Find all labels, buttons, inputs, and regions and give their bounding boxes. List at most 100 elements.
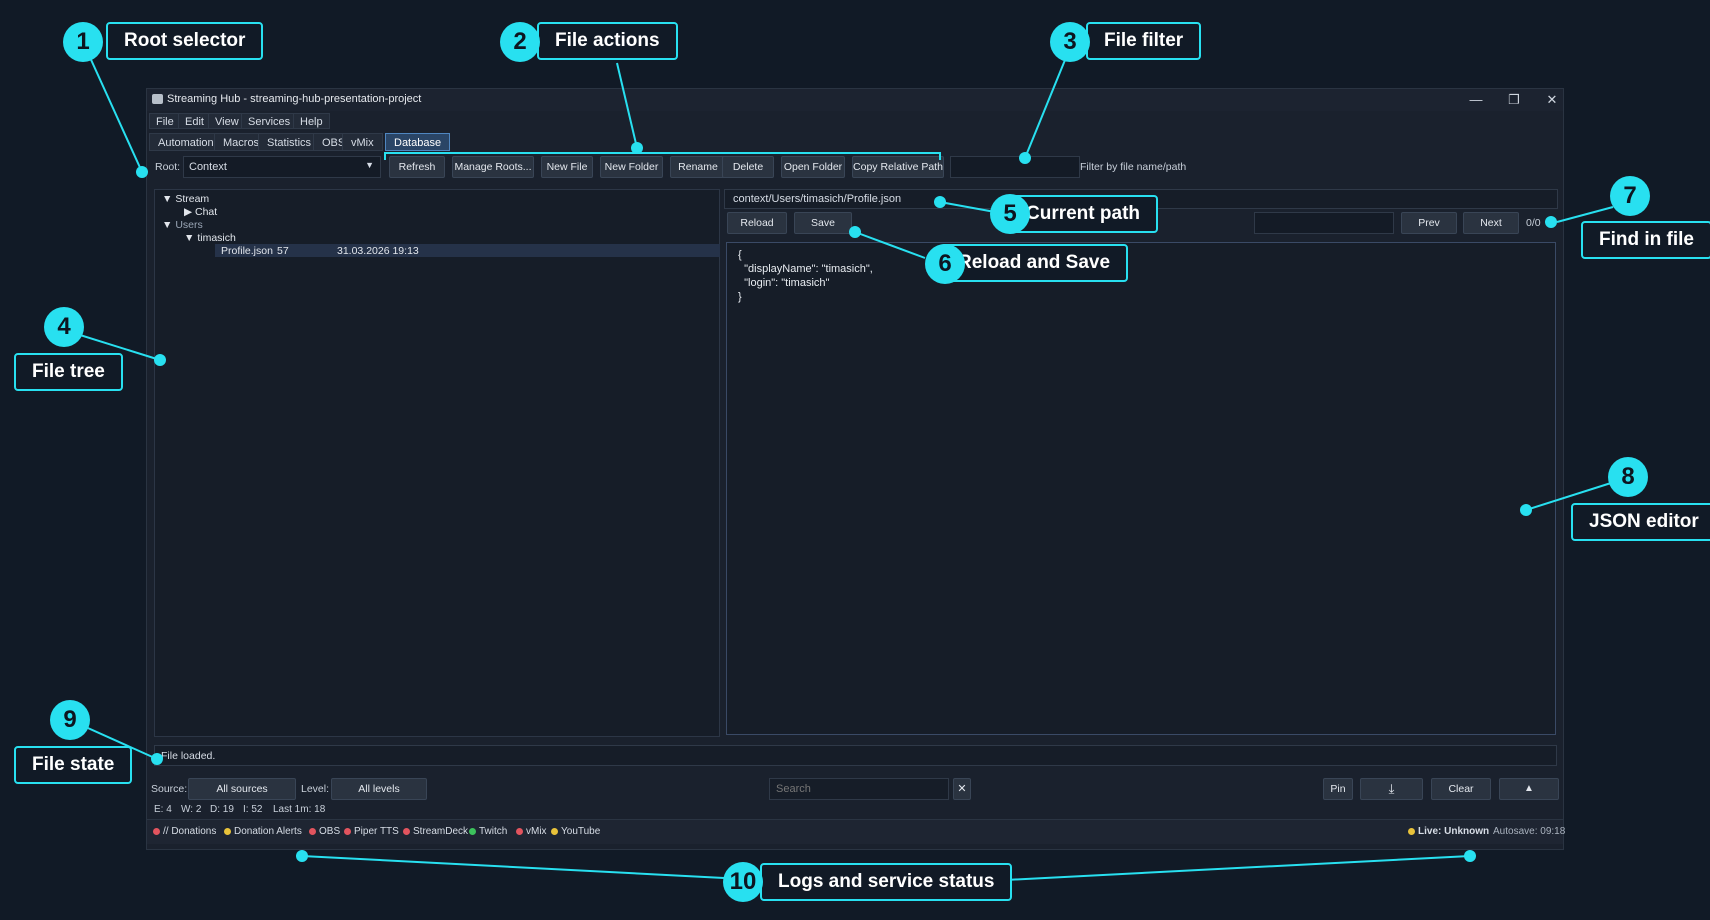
tree-item-timasich[interactable]: ▼ timasich [184, 232, 236, 244]
file-filter-input[interactable] [950, 156, 1080, 178]
service-twitch[interactable]: Twitch [469, 826, 507, 837]
callout-label-logs-and-service-status: Logs and service status [760, 863, 1013, 901]
source-select[interactable]: All sources [188, 778, 296, 800]
menu-edit[interactable]: Edit [178, 113, 211, 129]
callout-dot [1545, 216, 1557, 228]
reload-button[interactable]: Reload [727, 212, 787, 234]
download-icon[interactable]: ⤓ [1360, 778, 1423, 800]
new-folder-button[interactable]: New Folder [600, 156, 663, 178]
service-piper-tts[interactable]: Piper TTS [344, 826, 399, 837]
clear-logs-button[interactable]: Clear [1431, 778, 1491, 800]
json-editor[interactable]: { "displayName": "timasich", "login": "t… [726, 242, 1556, 735]
tree-item-chat[interactable]: ▶ Chat [184, 206, 217, 218]
status-dot-icon [469, 827, 476, 835]
copy-relative-path-button[interactable]: Copy Relative Path [852, 156, 944, 178]
service-status-bar: // Donations Donation Alerts OBS Piper T… [147, 819, 1566, 844]
tab-statistics[interactable]: Statistics [258, 133, 321, 151]
source-label: Source: [151, 783, 188, 795]
new-file-button[interactable]: New File [541, 156, 593, 178]
last-minute-count: Last 1m: 18 [273, 804, 326, 815]
callout-number: 4 [44, 307, 84, 347]
app-icon [152, 94, 163, 104]
callout-dot [136, 166, 148, 178]
tab-automation[interactable]: Automation [149, 133, 223, 151]
tree-item-label: Profile.json [221, 245, 273, 257]
window-title: Streaming Hub - streaming-hub-presentati… [167, 93, 422, 105]
root-select-value: Context [189, 161, 227, 173]
collapse-logs-icon[interactable]: ▲ [1499, 778, 1559, 800]
clear-search-icon[interactable]: ✕ [953, 778, 971, 800]
tree-item-label: Stream [175, 193, 210, 205]
service-vmix[interactable]: vMix [516, 826, 547, 837]
status-dot-icon [551, 827, 558, 835]
callout-dot [631, 142, 643, 154]
callout-label-file-tree: File tree [14, 353, 123, 391]
find-in-file-input[interactable] [1254, 212, 1394, 234]
refresh-button[interactable]: Refresh [389, 156, 445, 178]
callout-label-file-actions: File actions [537, 22, 678, 60]
menu-file[interactable]: File [149, 113, 181, 129]
service-donations[interactable]: // Donations [153, 826, 216, 837]
filter-hint: Filter by file name/path [1080, 161, 1187, 173]
expanded-arrow-icon: ▼ [184, 232, 195, 244]
match-count: 0/0 [1526, 217, 1541, 229]
menu-view[interactable]: View [208, 113, 246, 129]
file-state-text: File loaded. [161, 750, 216, 762]
service-obs[interactable]: OBS [309, 826, 340, 837]
tree-item-users[interactable]: ▼ Users [162, 219, 203, 231]
status-dot-icon [309, 827, 316, 835]
file-tree-panel[interactable]: ▼ Stream ▶ Chat ▼ Users ▼ timasich Profi… [154, 189, 720, 737]
pin-button[interactable]: Pin [1323, 778, 1353, 800]
json-editor-content[interactable]: { "displayName": "timasich", "login": "t… [738, 248, 873, 304]
callout-label-current-path: Current path [1008, 195, 1158, 233]
next-match-button[interactable]: Next [1463, 212, 1519, 234]
tab-vmix[interactable]: vMix [342, 133, 383, 151]
tree-item-stream[interactable]: ▼ Stream [162, 193, 209, 205]
callout-dot [151, 753, 163, 765]
menu-help[interactable]: Help [293, 113, 330, 129]
level-select[interactable]: All levels [331, 778, 427, 800]
callout-number: 9 [50, 700, 90, 740]
tab-database[interactable]: Database [385, 133, 451, 151]
callout-dot [296, 850, 308, 862]
menu-services[interactable]: Services [241, 113, 298, 129]
file-state-bar: File loaded. [154, 745, 1557, 766]
callout-number: 8 [1608, 457, 1648, 497]
callout-label-reload-and-save: Reload and Save [940, 244, 1129, 282]
root-select[interactable]: Context ▼ [183, 156, 381, 178]
callout-number: 3 [1050, 22, 1090, 62]
autosave-status: Autosave: 09:18 [1493, 826, 1566, 837]
service-streamdeck[interactable]: StreamDeck [403, 826, 468, 837]
open-folder-button[interactable]: Open Folder [781, 156, 845, 178]
prev-match-button[interactable]: Prev [1401, 212, 1457, 234]
minimize-icon[interactable]: — [1461, 90, 1491, 110]
collapsed-arrow-icon: ▶ [184, 206, 193, 218]
callout-number: 5 [990, 194, 1030, 234]
title-bar: Streaming Hub - streaming-hub-presentati… [147, 89, 1563, 111]
file-size: 57 [277, 245, 289, 257]
tree-item-label: timasich [197, 232, 236, 244]
log-search-input[interactable] [769, 778, 949, 800]
callout-dot [1520, 504, 1532, 516]
tree-item-label: Chat [195, 206, 218, 218]
save-button[interactable]: Save [794, 212, 852, 234]
delete-button[interactable]: Delete [722, 156, 774, 178]
info-count: I: 52 [243, 804, 263, 815]
restore-icon[interactable]: ❐ [1499, 90, 1529, 110]
callout-label-find-in-file: Find in file [1581, 221, 1710, 259]
service-youtube[interactable]: YouTube [551, 826, 600, 837]
callout-number: 7 [1610, 176, 1650, 216]
rename-button[interactable]: Rename [670, 156, 726, 178]
tree-item-profile-json[interactable]: Profile.json 57 31.03.2026 19:13 [221, 245, 721, 257]
callout-number: 2 [500, 22, 540, 62]
status-dot-icon [153, 827, 160, 835]
service-donation-alerts[interactable]: Donation Alerts [224, 826, 302, 837]
status-dot-icon [1408, 827, 1415, 835]
app-window: Streaming Hub - streaming-hub-presentati… [146, 88, 1566, 850]
chevron-down-icon: ▼ [365, 160, 374, 170]
manage-roots-button[interactable]: Manage Roots... [452, 156, 534, 178]
close-icon[interactable]: ✕ [1537, 90, 1567, 110]
level-label: Level: [301, 783, 330, 795]
callout-dot [934, 196, 946, 208]
status-dot-icon [403, 827, 410, 835]
